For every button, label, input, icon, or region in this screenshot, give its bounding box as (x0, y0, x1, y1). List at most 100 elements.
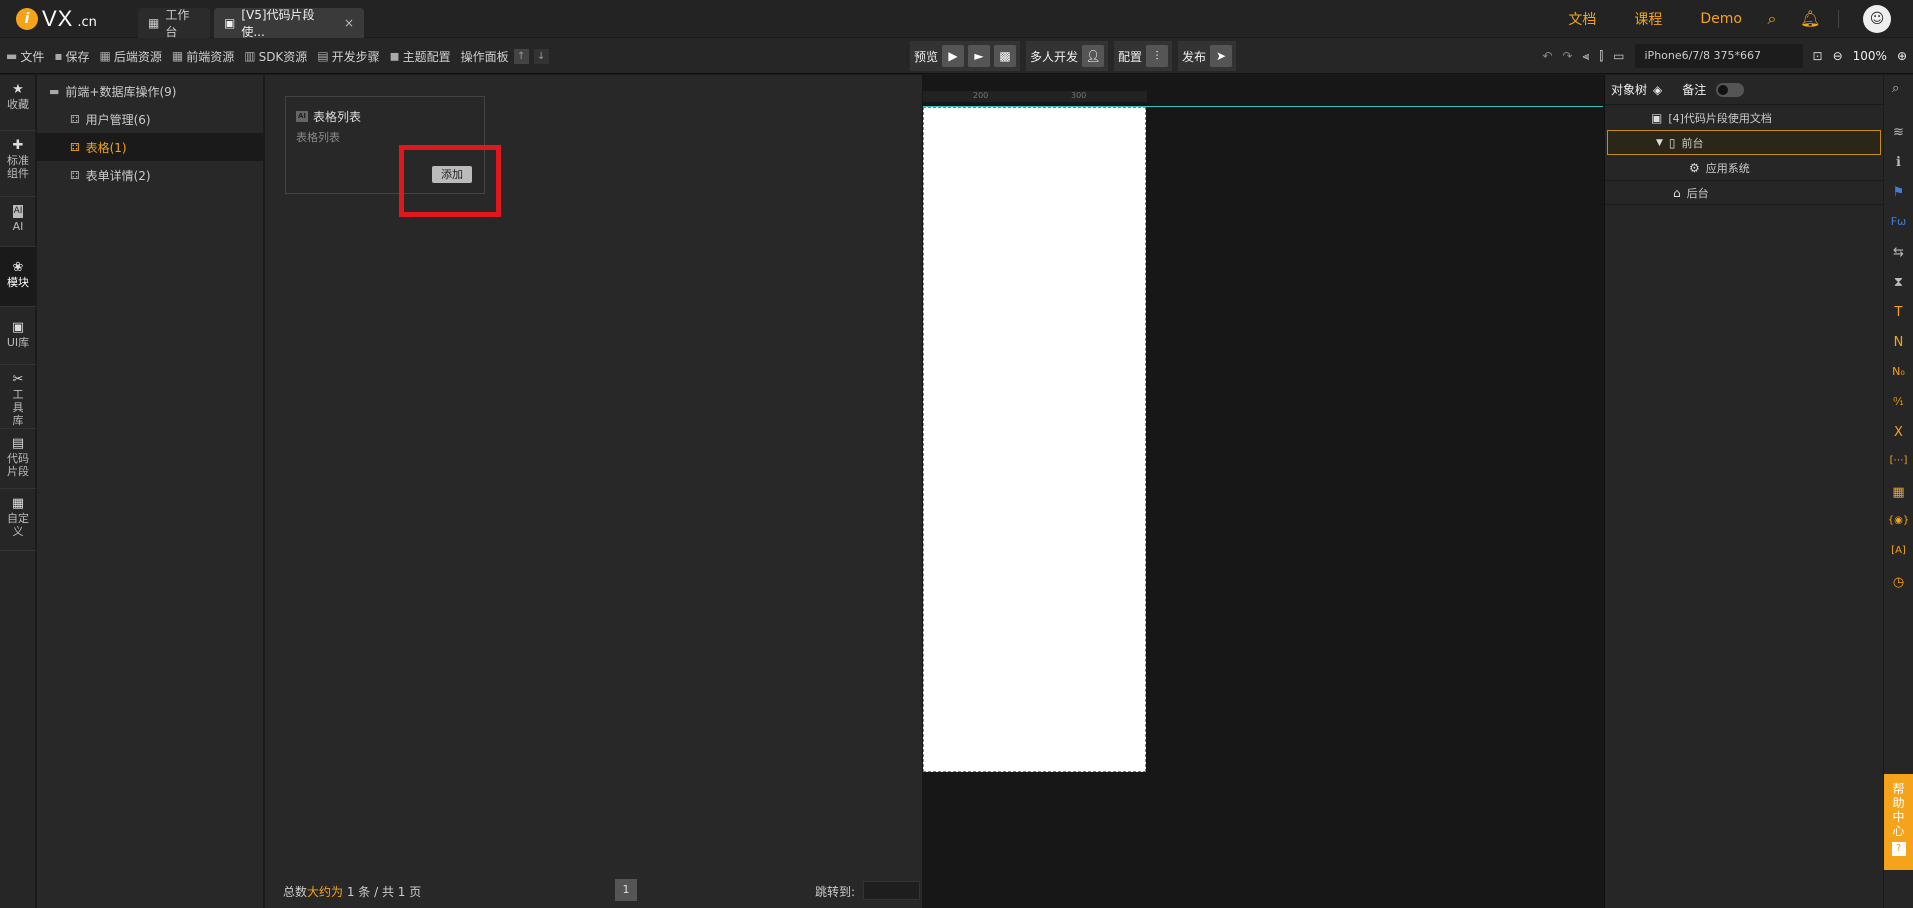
object-back[interactable]: ⌂ 后台 (1605, 180, 1883, 205)
top-bar: i VX .cn ▦ 工作台 ▣ [V5]代码片段使... × 文档 课程 De… (0, 0, 1913, 39)
folder-icon: ▬ (6, 49, 18, 63)
number-var-icon[interactable]: N (1884, 335, 1913, 350)
bell-icon[interactable]: 🔔︎ (1800, 9, 1820, 29)
align-left-icon[interactable]: ⫷ (1583, 49, 1590, 64)
ruler-tick-300: 300 (1071, 91, 1087, 100)
phone-artboard[interactable] (923, 107, 1146, 772)
rail-label: AI (12, 220, 24, 233)
sliders-icon[interactable]: ⫶ (1146, 45, 1169, 67)
zoom-level: 100% (1852, 49, 1887, 63)
rail-modules[interactable]: ❀ 模块 (0, 247, 36, 307)
move-down-button[interactable]: ↓ (533, 48, 549, 64)
ruler-tick-200: 200 (973, 91, 989, 100)
design-canvas[interactable]: 200 300 (922, 75, 1604, 908)
save-button[interactable]: ▪ 保存 (54, 48, 89, 65)
pagination-total: 总数大约为 1 条 / 共 1 页 (283, 883, 421, 900)
dev-steps-button[interactable]: ▤ 开发步骤 (317, 48, 379, 65)
jump-label: 跳转到: (815, 885, 856, 899)
variable-icon[interactable]: X (1884, 425, 1913, 440)
grid-icon: ▦ (171, 49, 184, 63)
modules-icon: ❀ (12, 260, 24, 275)
object-back-label: 后台 (1686, 186, 1709, 200)
tree-item-form-detail[interactable]: ⚃ 表单详情(2) (37, 161, 263, 189)
avatar[interactable]: ☺ (1863, 5, 1891, 33)
timer-icon[interactable]: ◷ (1884, 575, 1913, 590)
preview-page-icon[interactable]: ▶ (942, 45, 965, 67)
device-select[interactable]: iPhone6/7/8 375*667 (1634, 44, 1803, 68)
object-doc[interactable]: ▣ [4]代码片段使用文档 (1605, 105, 1883, 130)
users-icon[interactable]: 👤︎ (1082, 45, 1105, 67)
rail-standard-components[interactable]: ✚ 标准组件 (0, 131, 36, 197)
tree-item-table[interactable]: ⚃ 表格(1) (37, 133, 263, 161)
tree-root[interactable]: ▬ 前端+数据库操作(9) (37, 77, 263, 105)
help-center-button[interactable]: 帮助中心 ? (1884, 774, 1913, 870)
function-icon[interactable]: Fω (1884, 215, 1913, 228)
course-link[interactable]: 课程 (1634, 9, 1662, 29)
caret-down-icon[interactable]: ▼ (1656, 138, 1663, 148)
integer-var-icon[interactable]: N₀ (1884, 365, 1913, 378)
object-tree-title[interactable]: 对象树 (1611, 81, 1647, 98)
jump-input[interactable] (863, 881, 920, 900)
notes-toggle[interactable] (1716, 82, 1745, 97)
swap-icon[interactable]: ⇆ (1884, 245, 1913, 260)
page-number-button[interactable]: 1 (615, 879, 637, 901)
dev-steps-label: 开发步骤 (331, 49, 380, 64)
tab-project[interactable]: ▣ [V5]代码片段使... × (214, 8, 364, 39)
device-icon[interactable]: ▭ (1613, 49, 1624, 63)
rail-code-snippets[interactable]: ▤ 代码片段 (0, 429, 36, 489)
hourglass-icon[interactable]: ⧗ (1884, 275, 1913, 290)
object-app-system[interactable]: ⚙ 应用系统 (1605, 155, 1883, 180)
theme-config-button[interactable]: ◼ 主题配置 (390, 48, 451, 65)
info-icon[interactable]: ℹ (1884, 155, 1913, 170)
move-up-button[interactable]: ↑ (513, 48, 529, 64)
send-icon[interactable]: ➤ (1210, 45, 1233, 67)
qrcode-icon[interactable]: ▩ (994, 45, 1017, 67)
flag-icon[interactable]: ⚑ (1884, 185, 1913, 200)
save-icon: ▪ (54, 49, 63, 63)
layers-icon[interactable]: ◈ (1653, 83, 1662, 97)
rail-favorites[interactable]: ★ 收藏 (0, 75, 36, 131)
zoom-in-icon[interactable]: ⊕ (1897, 49, 1907, 63)
rail-tools[interactable]: ✂ 工具库 (0, 365, 36, 429)
module-card[interactable]: AI 表格列表 表格列表 添加 (285, 96, 485, 194)
text-var-icon[interactable]: T (1884, 305, 1913, 320)
object-tree-header: 对象树 ◈ 备注 (1605, 75, 1883, 105)
layers-icon[interactable]: ≋ (1884, 125, 1913, 140)
vx-logo[interactable]: i VX .cn (16, 6, 97, 31)
zoom-out-icon[interactable]: ⊖ (1833, 49, 1843, 63)
docs-link[interactable]: 文档 (1568, 9, 1596, 29)
demo-link[interactable]: Demo (1700, 11, 1742, 27)
search-icon[interactable]: ⌕ (1892, 81, 1899, 96)
tree-root-label: 前端+数据库操作(9) (65, 84, 177, 99)
play-icon[interactable]: ► (968, 45, 991, 67)
boolean-var-icon[interactable]: ⁰⁄₁ (1884, 395, 1913, 408)
phone-icon: ▯ (1668, 135, 1676, 150)
divider (1838, 10, 1839, 28)
frontend-resources-button[interactable]: ▦ 前端资源 (172, 48, 234, 65)
object-front[interactable]: ▼ ▯ 前台 (1607, 130, 1881, 155)
array-icon[interactable]: [⋯] (1884, 455, 1913, 466)
app-icon: ▣ (224, 16, 236, 30)
sdk-resources-button[interactable]: ▥ SDK资源 (244, 48, 307, 65)
redo-icon[interactable]: ↷ (1562, 49, 1572, 63)
string-list-icon[interactable]: [A] (1884, 545, 1913, 556)
rail-ai[interactable]: AI AI (0, 197, 36, 247)
object-var-icon[interactable]: {◉} (1884, 515, 1913, 526)
rail-ui-library[interactable]: ▣ UI库 (0, 307, 36, 365)
backend-resources-button[interactable]: ▦ 后端资源 (100, 48, 162, 65)
table-var-icon[interactable]: ▦ (1884, 485, 1913, 500)
fit-screen-icon[interactable]: ⊡ (1813, 49, 1823, 63)
add-button[interactable]: 添加 (432, 166, 472, 183)
folder-icon: ▬ (49, 84, 60, 98)
close-icon[interactable]: × (344, 16, 354, 30)
rail-custom[interactable]: ▦ 自定义 (0, 489, 36, 551)
file-menu[interactable]: ▬ 文件 (6, 48, 44, 65)
search-icon[interactable]: ⌕ (1762, 9, 1782, 29)
tree-item-user-management[interactable]: ⚃ 用户管理(6) (37, 105, 263, 133)
tab-workbench[interactable]: ▦ 工作台 (138, 8, 210, 39)
tools-icon: ✂ (12, 372, 24, 387)
rail-label: 标准组件 (7, 154, 29, 180)
tab-label: [V5]代码片段使... (241, 8, 315, 39)
undo-icon[interactable]: ↶ (1542, 49, 1552, 63)
align-center-icon[interactable]: ⫿ (1599, 49, 1603, 64)
